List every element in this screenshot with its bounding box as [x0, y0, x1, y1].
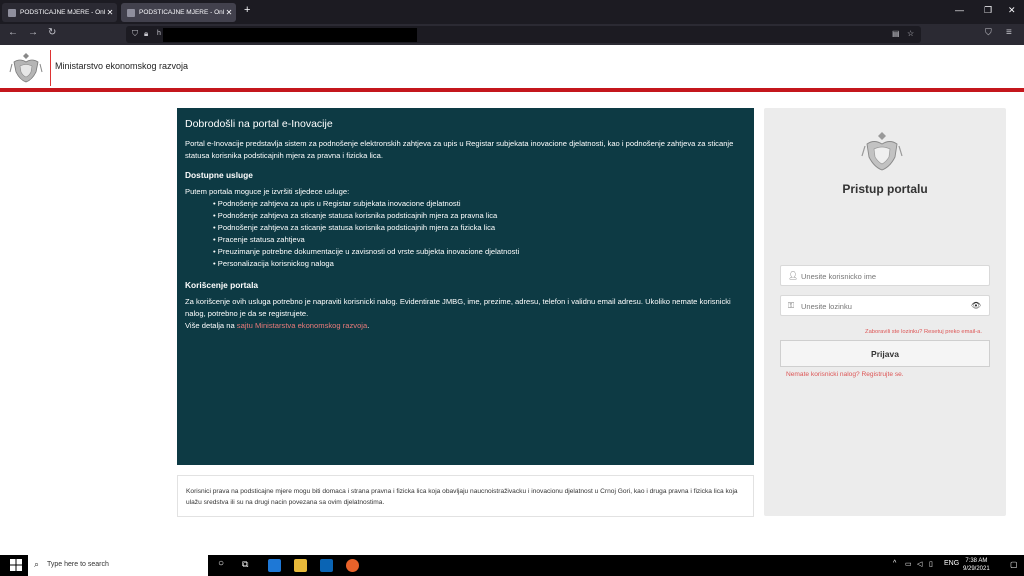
user-icon: 👤︎: [788, 271, 799, 280]
battery-icon[interactable]: ▯: [929, 560, 933, 568]
close-window-icon[interactable]: ✕: [1008, 5, 1016, 16]
address-bar[interactable]: ⛉ 🔒︎ h ▤ ☆: [126, 26, 921, 43]
coat-of-arms-icon: [861, 132, 903, 171]
more-suffix: .: [367, 321, 370, 330]
back-icon[interactable]: ←: [8, 27, 18, 38]
username-input[interactable]: [801, 269, 961, 283]
forward-icon[interactable]: →: [28, 27, 38, 38]
notifications-icon[interactable]: ▢: [1010, 560, 1018, 569]
browser-tab-active[interactable]: PODSTICAJNE MJERE - Online ✕: [121, 3, 236, 22]
new-tab-icon[interactable]: +: [244, 4, 250, 16]
outlook-icon[interactable]: [320, 559, 333, 572]
bookmark-star-icon[interactable]: ☆: [907, 29, 914, 38]
windows-start-icon[interactable]: [10, 559, 22, 571]
minimize-icon[interactable]: —: [955, 5, 964, 15]
browser-tab-bar: PODSTICAJNE MJERE - Online ✕ PODSTICAJNE…: [0, 0, 1024, 24]
volume-icon[interactable]: ◁: [917, 560, 922, 568]
search-icon: ⌕: [34, 559, 40, 569]
task-view-icon[interactable]: ⧉: [242, 559, 248, 570]
file-explorer-icon[interactable]: [294, 559, 307, 572]
username-field[interactable]: 👤︎: [780, 265, 990, 286]
password-input[interactable]: [801, 299, 961, 313]
eligibility-note: Korisnici prava na podsticajne mjere mog…: [177, 475, 754, 517]
tab-title: PODSTICAJNE MJERE - Online: [139, 9, 224, 16]
favicon-icon: [8, 8, 16, 17]
close-tab-icon[interactable]: ✕: [105, 8, 115, 17]
list-item: Podnošenje zahtjeva za sticanje statusa …: [213, 222, 746, 234]
info-panel: Dobrodošli na portal e-Inovacije Portal …: [177, 108, 754, 465]
language-indicator[interactable]: ENG: [944, 560, 959, 567]
firefox-icon[interactable]: [346, 559, 359, 572]
usage-text: Za korišcenje ovih usluga potrebno je na…: [185, 297, 731, 318]
network-icon[interactable]: ▭: [905, 560, 912, 568]
redacted-url: [163, 28, 417, 42]
list-item: Podnošenje zahtjeva za upis u Registar s…: [213, 198, 746, 210]
browser-nav-bar: ← → ↻ ⛉ 🔒︎ h ▤ ☆ ⛉ ≡: [0, 24, 1024, 45]
clock[interactable]: 7:38 AM 9/29/2021: [963, 557, 990, 573]
browser-tab[interactable]: PODSTICAJNE MJERE - Online ✕: [2, 3, 117, 22]
taskbar-search[interactable]: ⌕ Type here to search: [28, 555, 208, 576]
restore-icon[interactable]: ❐: [984, 5, 992, 16]
forgot-password-link[interactable]: Zaboravili ste lozinku? Resetuj preko em…: [865, 329, 982, 335]
header-divider: [50, 50, 51, 86]
clock-date: 9/29/2021: [963, 566, 990, 572]
services-intro: Putem portala moguce je izvršiti sljedec…: [185, 187, 350, 196]
coat-of-arms-icon: [9, 53, 43, 83]
reload-icon[interactable]: ↻: [48, 27, 56, 38]
tray-chevron-icon[interactable]: ^: [893, 560, 896, 567]
key-icon: ⚿: [788, 301, 795, 310]
taskbar: ⌕ Type here to search ○ ⧉ ^ ▭ ◁ ▯ ENG 7:…: [0, 555, 1024, 576]
list-item: Pracenje statusa zahtjeva: [213, 234, 746, 246]
menu-icon[interactable]: ≡: [1006, 27, 1012, 38]
cortana-icon[interactable]: ○: [218, 558, 224, 569]
login-button[interactable]: Prijava: [780, 340, 990, 367]
services-list: Podnošenje zahtjeva za upis u Registar s…: [213, 198, 746, 270]
ministry-site-link[interactable]: sajtu Ministarstva ekonomskog razvoja: [237, 321, 367, 330]
tab-title: PODSTICAJNE MJERE - Online: [20, 9, 105, 16]
close-tab-icon[interactable]: ✕: [224, 8, 234, 17]
lock-icon[interactable]: 🔒︎: [144, 29, 148, 39]
register-link[interactable]: Nemate korisnicki nalog? Registrujte se.: [786, 371, 904, 378]
eye-icon[interactable]: 👁︎: [971, 301, 981, 310]
pocket-icon[interactable]: ⛉: [985, 27, 992, 38]
edge-icon[interactable]: [268, 559, 281, 572]
reader-view-icon[interactable]: ▤: [892, 29, 900, 38]
login-panel: Pristup portalu 👤︎ ⚿ 👁︎ Zaboravili ste l…: [764, 108, 1006, 516]
more-prefix: Više detalja na: [185, 321, 237, 330]
header-accent-bar: [0, 88, 1024, 92]
list-item: Personalizacija korisnickog naloga: [213, 258, 746, 270]
site-header: Ministarstvo ekonomskog razvoja: [0, 45, 1024, 88]
services-title: Dostupne usluge: [185, 170, 253, 180]
clock-time: 7:38 AM: [965, 558, 988, 564]
ministry-name: Ministarstvo ekonomskog razvoja: [55, 61, 189, 71]
usage-title: Korišcenje portala: [185, 280, 259, 290]
intro-text: Portal e-Inovacije predstavlja sistem za…: [185, 139, 734, 160]
shield-icon[interactable]: ⛉: [132, 29, 138, 39]
list-item: Preuzimanje potrebne dokumentacije u zav…: [213, 246, 746, 258]
list-item: Podnošenje zahtjeva za sticanje statusa …: [213, 210, 746, 222]
favicon-icon: [127, 8, 135, 17]
welcome-title: Dobrodošli na portal e-Inovacije: [185, 118, 333, 130]
url-text: h: [157, 30, 161, 37]
more-details: Više detalja na sajtu Ministarstva ekono…: [185, 320, 746, 332]
login-title: Pristup portalu: [842, 182, 928, 196]
password-field[interactable]: ⚿ 👁︎: [780, 295, 990, 316]
search-placeholder: Type here to search: [47, 561, 109, 568]
web-page: Ministarstvo ekonomskog razvoja Dobrodoš…: [0, 45, 1024, 555]
